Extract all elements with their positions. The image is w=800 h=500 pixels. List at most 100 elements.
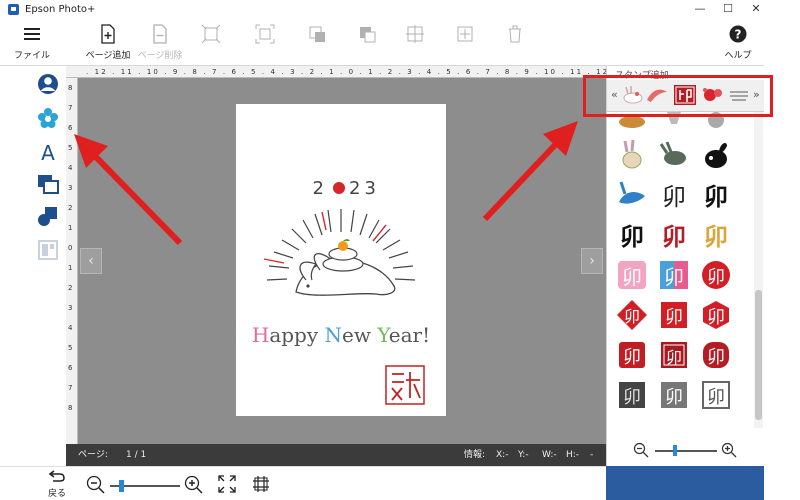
ruler-tick: 2 xyxy=(68,284,73,292)
ruler-tick: 3 xyxy=(68,184,73,192)
stamp-item[interactable]: 卯 xyxy=(657,178,691,212)
stamp-item[interactable]: 卯 xyxy=(657,298,691,332)
bring-front-icon xyxy=(309,26,325,42)
stamp-zoom-controls xyxy=(607,438,765,464)
delete-page-button[interactable]: ページ削除 xyxy=(136,18,184,66)
info-y: Y:- xyxy=(518,450,529,460)
stamp-item[interactable]: 卯 xyxy=(615,258,649,292)
stamp-item[interactable]: 卯 xyxy=(657,258,691,292)
stamp-item[interactable] xyxy=(615,178,649,212)
rabbit-eye xyxy=(306,284,310,288)
stamp-item[interactable]: 卯 xyxy=(657,218,691,252)
vertical-ruler: 8 7 6 5 4 3 2 1 0 1 2 3 4 5 6 7 8 xyxy=(66,78,78,444)
fit-to-screen-icon[interactable] xyxy=(218,475,236,493)
greeting-text: Happy New Year! xyxy=(252,323,430,347)
stamp-item[interactable]: 卯 xyxy=(615,378,649,412)
stamp-item[interactable]: 卯 xyxy=(657,338,691,372)
align-center-button[interactable] xyxy=(400,18,430,66)
close-button[interactable]: ✕ xyxy=(742,0,770,18)
stamp-item[interactable] xyxy=(657,138,691,172)
svg-text:卯: 卯 xyxy=(624,307,640,326)
svg-text:卯: 卯 xyxy=(707,267,725,288)
ruler-tick: 4 xyxy=(68,164,73,172)
stamp-zoom-in-icon[interactable] xyxy=(721,442,737,458)
stamp-item[interactable]: 卯 xyxy=(699,338,733,372)
postcard-page[interactable]: 2 23 Happy New Year! xyxy=(236,104,446,416)
delete-item-button[interactable] xyxy=(500,18,530,66)
grid-icon[interactable] xyxy=(252,475,270,493)
stamp-item[interactable]: 卯 xyxy=(615,298,649,332)
stamp-zoom-out-icon[interactable] xyxy=(633,442,649,458)
info-w: W:- xyxy=(542,450,557,460)
zoom-in-icon[interactable] xyxy=(184,475,204,495)
ruler-tick: 3 xyxy=(68,304,73,312)
stamp-zoom-handle[interactable] xyxy=(673,445,677,456)
stamp-scrollbar-thumb[interactable] xyxy=(755,290,762,420)
stamp-item[interactable]: 卯 xyxy=(699,178,733,212)
bottom-bar: 戻る xyxy=(0,466,606,500)
align-middle-button[interactable] xyxy=(450,18,480,66)
editing-canvas[interactable]: ‹ › 2 23 Happy New Year! xyxy=(78,78,606,444)
window-title: Epson Photo+ xyxy=(25,3,96,15)
maximize-button[interactable]: ☐ xyxy=(714,0,742,18)
ruler-tick: 5 xyxy=(68,344,73,352)
bring-front-button[interactable] xyxy=(302,18,332,66)
stamp-item[interactable] xyxy=(615,138,649,172)
stamp-item[interactable]: 卯 xyxy=(699,298,733,332)
app-logo-icon xyxy=(8,3,19,15)
back-label: 戻る xyxy=(47,489,66,499)
send-back-button[interactable] xyxy=(352,18,382,66)
svg-text:卯: 卯 xyxy=(623,347,641,368)
highlight-box xyxy=(583,75,773,117)
ruler-tick: 0 xyxy=(68,244,73,252)
greeting-part: ear! xyxy=(389,323,430,347)
expand-tool-button[interactable] xyxy=(250,18,280,66)
zoom-out-icon[interactable] xyxy=(86,475,106,495)
frame-layer-icon[interactable] xyxy=(36,172,60,196)
page-indicator: 1 / 1 xyxy=(126,450,147,460)
stamp-item[interactable]: 卯 xyxy=(699,258,733,292)
fit-tool-button[interactable] xyxy=(196,18,226,66)
ruler-tick: 1 xyxy=(68,264,73,272)
back-arrow-icon xyxy=(48,470,65,482)
left-tool-rail: A xyxy=(0,66,66,444)
greeting-part: appy xyxy=(269,323,324,347)
text-tool-icon[interactable]: A xyxy=(36,140,60,164)
shape-tool-icon[interactable] xyxy=(36,204,60,228)
delete-page-icon xyxy=(153,24,167,44)
stamp-item[interactable]: 卯 xyxy=(699,378,733,412)
person-icon[interactable] xyxy=(36,72,60,96)
ruler-tick: 8 xyxy=(68,404,73,412)
ruler-tick: 2 xyxy=(68,204,73,212)
minimize-button[interactable]: — xyxy=(686,0,714,18)
window-controls: — ☐ ✕ xyxy=(686,0,770,18)
svg-text:卯: 卯 xyxy=(704,182,728,211)
ruler-tick: 7 xyxy=(68,104,73,112)
info-h: H:- xyxy=(566,450,580,460)
back-button[interactable]: 戻る xyxy=(40,469,74,499)
title-bar: Epson Photo+ — ☐ ✕ xyxy=(0,0,770,18)
ruler-tick: 6 xyxy=(68,124,73,132)
stamp-item[interactable]: 卯 xyxy=(657,378,691,412)
layout-tool-icon[interactable] xyxy=(36,238,60,262)
prev-page-arrow[interactable]: ‹ xyxy=(80,248,102,274)
help-label: ヘルプ xyxy=(724,51,752,61)
stamp-scrollbar[interactable] xyxy=(754,112,763,428)
stamp-item[interactable]: 卯 xyxy=(615,338,649,372)
help-button[interactable]: ? ヘルプ xyxy=(720,18,756,66)
horizontal-ruler: . 12 . 11 . 10 . 9 . 8 . 7 . 6 . 5 . 4 .… xyxy=(66,66,606,78)
flower-stamp-icon[interactable] xyxy=(36,106,60,130)
hanko-seal xyxy=(385,365,425,405)
svg-text:卯: 卯 xyxy=(623,387,641,408)
svg-text:卯: 卯 xyxy=(664,265,684,289)
stamp-zoom-track[interactable] xyxy=(655,450,717,452)
page-label: ページ: xyxy=(78,450,108,460)
zoom-slider-handle[interactable] xyxy=(119,480,124,492)
file-menu-button[interactable]: ファイル xyxy=(10,18,54,66)
stamp-item[interactable] xyxy=(699,138,733,172)
stamp-item[interactable]: 卯 xyxy=(699,218,733,252)
add-page-button[interactable]: ページ追加 xyxy=(84,18,132,66)
stamp-item[interactable]: 卯 xyxy=(615,218,649,252)
next-page-arrow[interactable]: › xyxy=(581,248,603,274)
stamp-panel: スタンプ追加 « » 卯 卯 卯 卯 卯 卯 卯 卯 卯 卯 卯 卯 卯 卯 卯… xyxy=(606,66,765,466)
